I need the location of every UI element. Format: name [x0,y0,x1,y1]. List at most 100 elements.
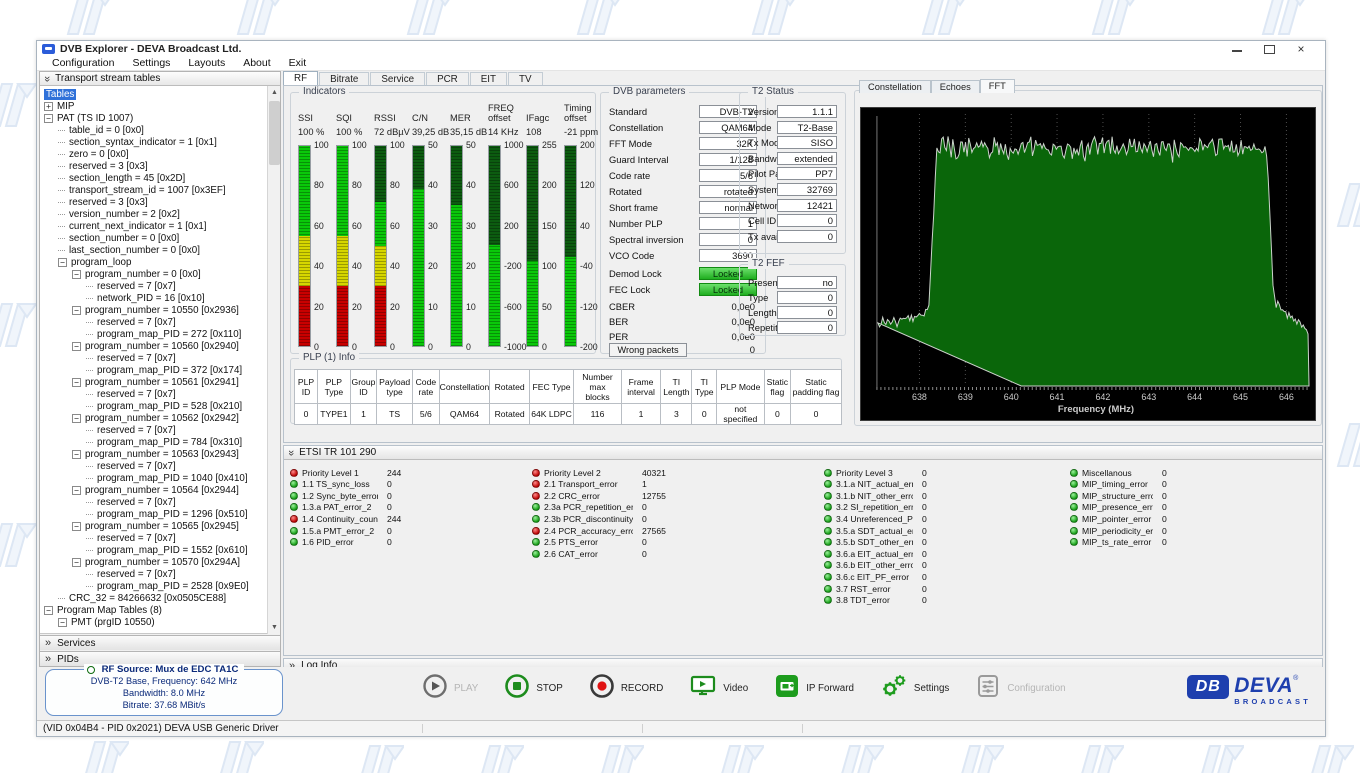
tree-node[interactable]: −program_number = 10550 [0x2936] [40,304,280,316]
menu-item-settings[interactable]: Settings [123,57,179,69]
tab-tv[interactable]: TV [508,72,543,85]
spectrum-tab-constellation[interactable]: Constellation [859,80,931,93]
tree-node[interactable]: reserved = 7 [0x7] [40,532,280,544]
tab-pcr[interactable]: PCR [426,72,469,85]
tree-node[interactable]: program_map_PID = 2528 [0x9E0] [40,580,280,592]
tree-node[interactable]: reserved = 7 [0x7] [40,424,280,436]
collapse-icon[interactable]: − [72,522,81,531]
tree-node[interactable]: transport_stream_id = 1007 [0x3EF] [40,184,280,196]
brand-watermark-icon [950,742,1004,773]
tree-node[interactable]: version_number = 2 [0x2] [40,208,280,220]
tree-node[interactable]: −program_number = 10561 [0x2941] [40,376,280,388]
tree-node[interactable]: program_map_PID = 784 [0x310] [40,436,280,448]
tree-node[interactable]: reserved = 7 [0x7] [40,352,280,364]
tree-node[interactable]: section_number = 0 [0x0] [40,232,280,244]
tree-node[interactable]: zero = 0 [0x0] [40,148,280,160]
brand-watermark-icon [0,520,36,575]
collapse-icon[interactable]: − [72,306,81,315]
tree-node[interactable]: program_map_PID = 528 [0x210] [40,400,280,412]
tree-node[interactable]: section_length = 45 [0x2D] [40,172,280,184]
tree-node[interactable]: −program_number = 10562 [0x2942] [40,412,280,424]
gauge-value: 14 KHz [488,127,519,137]
tree-node-label: program_map_PID = 1552 [0x610] [97,545,248,556]
menu-item-layouts[interactable]: Layouts [179,57,234,69]
tree-node[interactable]: −program_number = 10564 [0x2944] [40,484,280,496]
tree-node[interactable]: reserved = 7 [0x7] [40,388,280,400]
tree-node[interactable]: CRC_32 = 84266632 [0x0505CE88] [40,592,280,604]
expand-icon[interactable]: + [44,102,53,111]
plp-info-table: PLP IDPLP TypeGroup IDPayload typeCode r… [294,369,842,425]
tree-node[interactable]: −program_number = 10563 [0x2943] [40,448,280,460]
tree-node[interactable]: +MIP [40,100,280,112]
record-button[interactable]: RECORD [589,673,663,704]
collapse-icon[interactable]: − [58,618,67,627]
collapse-icon[interactable]: − [72,378,81,387]
tree-node[interactable]: reserved = 3 [0x3] [40,196,280,208]
tree-node-label: section_length = 45 [0x2D] [69,173,185,184]
collapse-icon[interactable]: − [72,270,81,279]
collapse-icon[interactable]: − [58,258,67,267]
collapse-icon[interactable]: − [72,414,81,423]
scroll-down-icon[interactable]: ▼ [268,621,281,634]
tree-scrollbar[interactable]: ▲ ▼ [267,86,280,634]
tree-node[interactable]: −PMT (prgID 10550) [40,616,280,628]
collapse-icon[interactable]: − [44,606,53,615]
etsi-panel: » ETSI TR 101 290 Priority Level 12441.1… [283,445,1323,656]
menu-item-about[interactable]: About [234,57,279,69]
tree-node[interactable]: program_map_PID = 272 [0x110] [40,328,280,340]
maximize-button[interactable] [1263,44,1275,54]
tab-service[interactable]: Service [370,72,425,85]
menu-item-configuration[interactable]: Configuration [43,57,123,69]
tree-node[interactable]: network_PID = 16 [0x10] [40,292,280,304]
wrong-packets-button[interactable]: Wrong packets [609,343,687,357]
collapse-icon[interactable]: − [72,342,81,351]
tree-node[interactable]: program_map_PID = 372 [0x174] [40,364,280,376]
services-section[interactable]: » Services [40,635,280,650]
tree-node[interactable]: section_syntax_indicator = 1 [0x1] [40,136,280,148]
tree-node[interactable]: table_id = 0 [0x0] [40,124,280,136]
tab-eit[interactable]: EIT [470,72,507,85]
tree-node[interactable]: last_section_number = 0 [0x0] [40,244,280,256]
tree-node[interactable]: program_map_PID = 1040 [0x410] [40,472,280,484]
collapse-icon[interactable]: − [72,450,81,459]
minimize-button[interactable] [1231,44,1243,54]
tree-node[interactable]: reserved = 7 [0x7] [40,460,280,472]
tree-connector [86,550,93,551]
tree-node[interactable]: −program_number = 10565 [0x2945] [40,520,280,532]
stop-button[interactable]: STOP [504,673,563,704]
tree-node-label: last_section_number = 0 [0x0] [69,245,200,256]
tree-node[interactable]: −PAT (TS ID 1007) [40,112,280,124]
spectrum-tab-echoes[interactable]: Echoes [931,80,980,93]
tree-node[interactable]: current_next_indicator = 1 [0x1] [40,220,280,232]
tree-node[interactable]: program_map_PID = 1552 [0x610] [40,544,280,556]
collapse-icon[interactable]: − [72,558,81,567]
tree-node[interactable]: reserved = 3 [0x3] [40,160,280,172]
tree-node[interactable]: reserved = 7 [0x7] [40,496,280,508]
t2-status-version-row: Version1.1.1 [748,105,837,119]
etsi-header[interactable]: » ETSI TR 101 290 [284,446,1322,460]
tree-node[interactable]: reserved = 7 [0x7] [40,280,280,292]
scroll-thumb[interactable] [269,101,280,165]
collapse-icon[interactable]: − [72,486,81,495]
tree-node[interactable]: program_map_PID = 1296 [0x510] [40,508,280,520]
tree-node[interactable]: −program_number = 0 [0x0] [40,268,280,280]
tree-node[interactable]: Tables [40,88,280,100]
spectrum-tab-fft[interactable]: FFT [980,79,1015,93]
tree-node[interactable]: reserved = 7 [0x7] [40,568,280,580]
collapse-icon[interactable]: − [44,114,53,123]
ip-forward-button[interactable]: IP Forward [774,673,854,704]
settings-button[interactable]: Settings [880,673,949,704]
close-button[interactable]: × [1295,44,1307,54]
tree-node[interactable]: −Program Map Tables (8) [40,604,280,616]
tree-connector [86,286,93,287]
tree-node[interactable]: −program_loop [40,256,280,268]
transport-stream-header[interactable]: » Transport stream tables [40,72,280,86]
tab-rf[interactable]: RF [283,71,318,85]
tab-bitrate[interactable]: Bitrate [319,72,369,85]
tree-node[interactable]: −program_number = 10570 [0x294A] [40,556,280,568]
video-button[interactable]: Video [689,673,748,704]
tree-node[interactable]: −program_number = 10560 [0x2940] [40,340,280,352]
tree-node[interactable]: reserved = 7 [0x7] [40,316,280,328]
scroll-up-icon[interactable]: ▲ [268,86,281,99]
menu-item-exit[interactable]: Exit [280,57,316,69]
